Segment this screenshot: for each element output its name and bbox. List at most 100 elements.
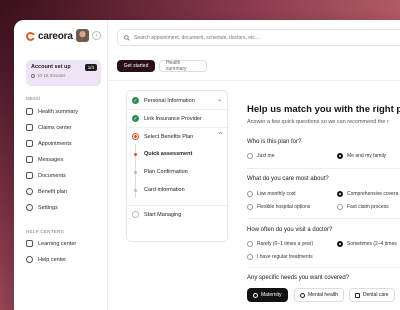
step-label: Card information bbox=[144, 187, 185, 193]
radio-selected-icon bbox=[337, 241, 343, 247]
step-label: Start Managing bbox=[144, 211, 182, 218]
option-label: Low monthly cost bbox=[257, 191, 296, 197]
step-divider bbox=[127, 109, 227, 110]
sidebar-item-settings[interactable]: Settings bbox=[26, 204, 58, 211]
step-personal-information[interactable]: ✓ Personal Information bbox=[132, 97, 195, 104]
radio-icon bbox=[337, 204, 343, 210]
sidebar-item-messages[interactable]: Messages bbox=[26, 156, 63, 163]
clock-icon bbox=[31, 73, 35, 78]
sidebar-item-label: Appointments bbox=[38, 140, 72, 147]
option-regular-treatments[interactable]: I have regular treatments bbox=[247, 254, 313, 260]
option-label: Flexible hospital options bbox=[257, 204, 311, 210]
sidebar-item-appointments[interactable]: Appointments bbox=[26, 140, 72, 147]
sidebar-item-claims-center[interactable]: Claims center bbox=[26, 124, 72, 131]
substep-plan-confirmation[interactable]: Plan Confirmation bbox=[132, 169, 188, 175]
option-label: Just me bbox=[257, 153, 275, 159]
tab-health-summary[interactable]: Health summary bbox=[159, 60, 207, 72]
search-input[interactable] bbox=[134, 34, 384, 41]
search-bar[interactable] bbox=[117, 29, 400, 46]
logo-icon bbox=[26, 32, 35, 41]
step-label: Select Benefits Plan bbox=[144, 133, 194, 140]
book-icon bbox=[26, 240, 33, 247]
claims-icon bbox=[26, 124, 33, 131]
step-link-insurance-provider[interactable]: ✓ Link Insurance Provider bbox=[132, 115, 202, 122]
option-me-and-family[interactable]: Me and my family bbox=[337, 153, 386, 159]
question-divider bbox=[247, 218, 400, 219]
option-fast-claim[interactable]: Fast claim process bbox=[337, 204, 389, 210]
option-low-monthly-cost[interactable]: Low monthly cost bbox=[247, 191, 296, 197]
account-menu-chevron-icon[interactable]: › bbox=[92, 31, 101, 40]
chip-dental-care[interactable]: Dental care bbox=[349, 288, 395, 302]
sidebar-item-documents[interactable]: Documents bbox=[26, 172, 66, 179]
app-window: careora › Account set up 10-15 minutes 1… bbox=[14, 20, 400, 310]
substep-quick-assessment[interactable]: Quick assessment bbox=[132, 151, 192, 157]
search-icon bbox=[124, 34, 130, 41]
sidebar-item-health-summary[interactable]: Health summary bbox=[26, 108, 78, 115]
help-icon bbox=[26, 256, 33, 263]
sidebar: careora › Account set up 10-15 minutes 1… bbox=[14, 20, 108, 310]
current-step-icon bbox=[132, 133, 139, 140]
sidebar-item-label: Settings bbox=[38, 204, 58, 211]
chip-mental-health[interactable]: Mental health bbox=[294, 288, 345, 302]
option-label: Fast claim process bbox=[347, 204, 389, 210]
sidebar-item-label: Learning center bbox=[38, 240, 77, 247]
question-specific-needs: Any specific needs you want covered? bbox=[247, 275, 350, 281]
option-just-me[interactable]: Just me bbox=[247, 153, 275, 159]
tooth-icon bbox=[355, 292, 360, 298]
question-divider bbox=[247, 168, 400, 169]
chip-label: Dental care bbox=[363, 292, 389, 298]
setup-time: 10-15 minutes bbox=[31, 73, 96, 78]
radio-icon bbox=[247, 191, 253, 197]
sidebar-item-learning-center[interactable]: Learning center bbox=[26, 240, 76, 247]
grid-icon bbox=[26, 108, 33, 115]
help-section-label: HELP CENTERS bbox=[26, 229, 65, 234]
substep-card-information[interactable]: Card information bbox=[132, 187, 185, 193]
tab-get-started[interactable]: Get started bbox=[117, 60, 155, 72]
substep-dot bbox=[134, 188, 137, 192]
step-label: Personal Information bbox=[144, 97, 195, 104]
sidebar-item-benefit-plan[interactable]: Benefit plan bbox=[26, 188, 67, 195]
substep-dot bbox=[134, 152, 137, 156]
avatar[interactable] bbox=[76, 29, 89, 42]
onboarding-steps-panel: ✓ Personal Information ⌄ ✓ Link Insuranc… bbox=[126, 90, 228, 242]
sidebar-item-help-center[interactable]: Help center bbox=[26, 256, 66, 263]
gear-icon bbox=[26, 204, 33, 211]
option-label: Sometimes (2–4 times bbox=[347, 241, 397, 247]
header-divider bbox=[108, 80, 400, 81]
radio-icon bbox=[247, 204, 253, 210]
radio-icon bbox=[247, 153, 253, 159]
chevron-up-icon[interactable]: ^ bbox=[219, 132, 222, 138]
brand-logo[interactable]: careora bbox=[26, 31, 73, 42]
step-label: Link Insurance Provider bbox=[144, 115, 202, 122]
sidebar-item-label: Documents bbox=[38, 172, 66, 179]
question-divider bbox=[247, 267, 400, 268]
step-start-managing[interactable]: Start Managing bbox=[132, 211, 181, 218]
step-select-benefits-plan[interactable]: Select Benefits Plan bbox=[132, 133, 193, 140]
option-label: Rarely (0–1 times a year) bbox=[257, 241, 314, 247]
setup-duration: 10-15 minutes bbox=[37, 73, 66, 78]
brain-icon bbox=[300, 292, 305, 298]
chip-maternity[interactable]: Maternity bbox=[247, 288, 288, 302]
option-label: Me and my family bbox=[347, 153, 387, 159]
heart-icon bbox=[26, 188, 33, 195]
message-icon bbox=[26, 156, 33, 163]
step-label: Quick assessment bbox=[144, 151, 193, 157]
brand-name: careora bbox=[38, 31, 73, 42]
check-icon: ✓ bbox=[132, 97, 139, 104]
option-label: Comprehensive covera bbox=[347, 191, 399, 197]
chevron-down-icon[interactable]: ⌄ bbox=[217, 96, 222, 103]
option-sometimes[interactable]: Sometimes (2–4 times bbox=[337, 241, 397, 247]
sidebar-item-label: Help center bbox=[38, 256, 67, 263]
option-comprehensive-coverage[interactable]: Comprehensive covera bbox=[337, 191, 398, 197]
radio-selected-icon bbox=[337, 191, 343, 197]
option-flexible-hospital[interactable]: Flexible hospital options bbox=[247, 204, 310, 210]
document-icon bbox=[26, 172, 33, 179]
maternity-icon bbox=[253, 292, 258, 298]
question-plan-for: Who is this plan for? bbox=[247, 139, 302, 145]
account-setup-card[interactable]: Account set up 10-15 minutes 1/4 bbox=[26, 60, 101, 86]
page-subtitle: Answer a few quick questions so we can r… bbox=[247, 119, 389, 125]
sidebar-item-label: Claims center bbox=[38, 124, 72, 131]
option-rarely[interactable]: Rarely (0–1 times a year) bbox=[247, 241, 313, 247]
menu-section-label: MENU bbox=[26, 96, 41, 101]
chip-label: Maternity bbox=[261, 292, 282, 298]
